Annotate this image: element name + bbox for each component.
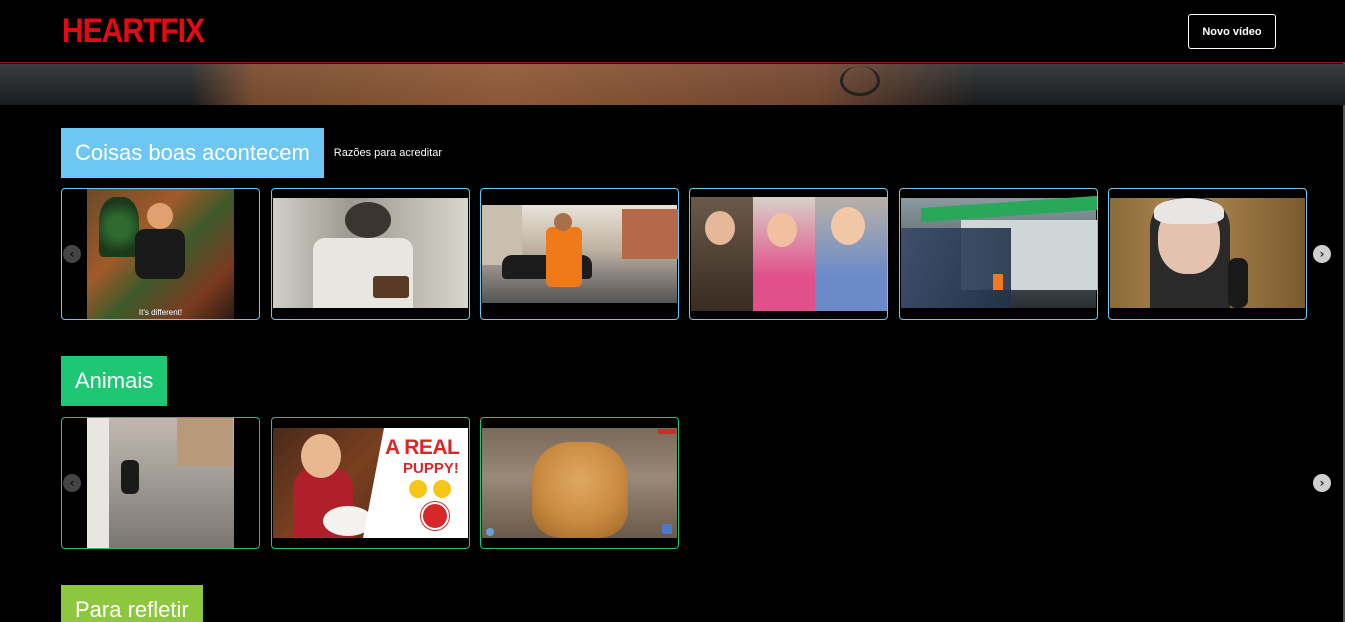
section-title[interactable]: Para refletir bbox=[61, 585, 203, 622]
video-carousel-animais: A REAL PUPPY! ‹ › bbox=[61, 417, 1331, 549]
thumbnail-image bbox=[87, 418, 234, 548]
overlay-subtitle: PUPPY! bbox=[403, 460, 459, 477]
thumbnail-image bbox=[1110, 198, 1305, 308]
video-thumbnail[interactable] bbox=[271, 188, 470, 320]
hero-image-detail bbox=[840, 66, 880, 96]
thumbnail-image bbox=[482, 205, 678, 303]
section-title[interactable]: Coisas boas acontecem bbox=[61, 128, 324, 178]
video-thumbnail[interactable] bbox=[1108, 188, 1307, 320]
thumbnail-overlay-badge: A REAL PUPPY! bbox=[363, 428, 468, 538]
heartfix-logo[interactable]: HEARTFIX bbox=[62, 12, 205, 51]
section-header-para-refletir: Para refletir bbox=[61, 585, 203, 622]
heart-eyes-emoji-icon bbox=[433, 480, 451, 498]
chevron-right-icon: › bbox=[1319, 476, 1325, 490]
thumbnail-image: A REAL PUPPY! bbox=[273, 428, 468, 538]
video-thumbnail[interactable]: It's different! bbox=[61, 188, 260, 320]
subtitle-caption: It's different! bbox=[138, 308, 183, 317]
chevron-right-icon: › bbox=[1319, 247, 1325, 261]
thumbnail-image bbox=[901, 195, 1097, 308]
thumbnail-image bbox=[273, 198, 468, 308]
channel-seal-icon bbox=[421, 502, 449, 530]
overlay-title: A REAL bbox=[385, 436, 460, 459]
thumbnail-image bbox=[482, 428, 677, 538]
thumbnail-image bbox=[691, 197, 887, 311]
section-header-coisas-boas: Coisas boas acontecem Razões para acredi… bbox=[61, 128, 442, 178]
video-thumbnail[interactable] bbox=[689, 188, 888, 320]
video-carousel-coisas-boas: It's different! ‹ › bbox=[61, 188, 1331, 320]
heart-eyes-emoji-icon bbox=[409, 480, 427, 498]
carousel-prev-arrow[interactable]: ‹ bbox=[63, 245, 81, 263]
video-thumbnail[interactable]: A REAL PUPPY! bbox=[271, 417, 470, 549]
thumbnail-image bbox=[87, 189, 234, 319]
video-thumbnail[interactable] bbox=[899, 188, 1098, 320]
carousel-next-arrow[interactable]: › bbox=[1313, 474, 1331, 492]
carousel-next-arrow[interactable]: › bbox=[1313, 245, 1331, 263]
chevron-left-icon: ‹ bbox=[69, 476, 75, 490]
section-title[interactable]: Animais bbox=[61, 356, 168, 406]
video-thumbnail[interactable] bbox=[480, 188, 679, 320]
hero-banner bbox=[0, 64, 1345, 105]
chevron-left-icon: ‹ bbox=[69, 247, 75, 261]
video-thumbnail[interactable] bbox=[480, 417, 679, 549]
new-video-button[interactable]: Novo vídeo bbox=[1188, 14, 1276, 49]
section-header-animais: Animais bbox=[61, 356, 168, 406]
carousel-prev-arrow[interactable]: ‹ bbox=[63, 474, 81, 492]
section-subtitle: Razões para acreditar bbox=[333, 147, 443, 159]
video-thumbnail[interactable] bbox=[61, 417, 260, 549]
top-navbar: HEARTFIX Novo vídeo bbox=[0, 0, 1345, 63]
